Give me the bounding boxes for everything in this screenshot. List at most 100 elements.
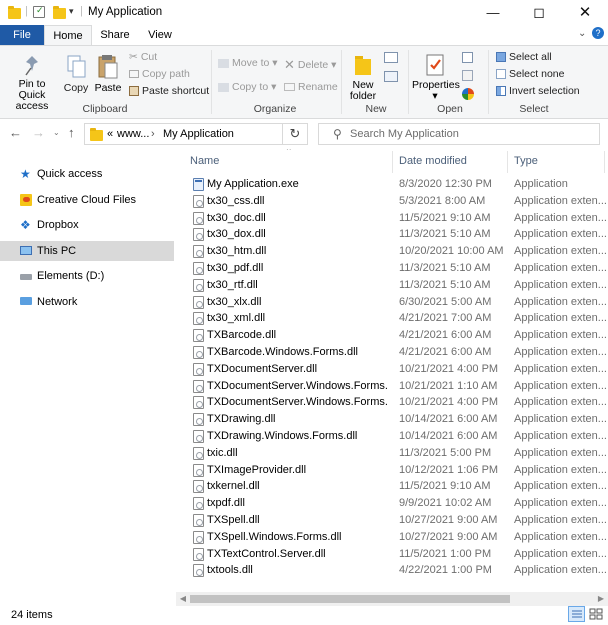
nav-label: This PC [37, 245, 77, 257]
address-row: ← → ⌄ ↑ « www... › My Application ⌄ ↻ ⚲ … [0, 119, 608, 149]
file-row[interactable]: TXDocumentServer.dll 10/21/2021 4:00 PM Ap… [183, 361, 608, 378]
help-icon[interactable]: ? [592, 27, 604, 39]
file-date: 9/9/2021 10:02 AM [399, 497, 492, 510]
properties-qa-icon[interactable]: ✓ [33, 5, 45, 18]
nav-item-dropbox[interactable]: ❖ Dropbox [0, 215, 174, 235]
file-date: 11/3/2021 5:10 AM [399, 228, 491, 241]
nav-item-network[interactable]: Network [0, 292, 174, 312]
file-row[interactable]: TXSpell.dll 10/27/2021 9:00 AM Application… [183, 512, 608, 529]
column-separator[interactable] [604, 151, 605, 173]
search-input[interactable]: ⚲ Search My Application [318, 123, 600, 145]
file-row[interactable]: TXSpell.Windows.Forms.dll 10/27/2021 9:00… [183, 529, 608, 546]
tab-home[interactable]: Home [44, 25, 92, 46]
file-name: tx30_xml.dll [207, 312, 266, 325]
ribbon-expand-icon[interactable]: ⌄ [578, 28, 586, 39]
tab-share[interactable]: Share [92, 25, 138, 46]
copy-to-button[interactable]: Copy to ▾ [218, 81, 276, 93]
select-none-button[interactable]: Select none [496, 68, 564, 80]
cut-button[interactable]: ✂ Cut [129, 51, 157, 63]
rename-button[interactable]: Rename [284, 81, 338, 93]
breadcrumb-chevron-icon[interactable]: › [151, 128, 155, 140]
status-bar: 24 items [0, 606, 608, 625]
column-header-name[interactable]: Name [190, 155, 219, 167]
file-row[interactable]: My Application.exe 8/3/2020 12:30 PM Appli… [183, 176, 608, 193]
column-header-type[interactable]: Type [514, 155, 538, 167]
nav-item-creative-cloud[interactable]: Creative Cloud Files [0, 190, 174, 210]
paste-button[interactable]: Paste [94, 54, 122, 94]
minimize-button[interactable]: — [470, 0, 516, 25]
file-row[interactable]: tx30_dox.dll 11/3/2021 5:10 AM Application… [183, 226, 608, 243]
file-row[interactable]: tx30_doc.dll 11/5/2021 9:10 AM Application… [183, 210, 608, 227]
file-row[interactable]: txpdf.dll 9/9/2021 10:02 AM Application ex… [183, 495, 608, 512]
edit-icon[interactable] [462, 70, 473, 81]
scroll-left-icon[interactable]: ◀ [176, 592, 190, 606]
file-date: 11/3/2021 5:10 AM [399, 278, 491, 291]
file-row[interactable]: tx30_xlx.dll 6/30/2021 5:00 AM Application… [183, 294, 608, 311]
nav-item-this-pc[interactable]: This PC [0, 241, 174, 261]
file-list: ⌃ Name Date modified Type My Application… [183, 149, 608, 589]
file-type: Application exten... [514, 514, 607, 526]
file-row[interactable]: TXTextControl.Server.dll 11/5/2021 1:00 P… [183, 546, 608, 563]
delete-button[interactable]: ✕ Delete ▾ [284, 57, 336, 73]
select-all-button[interactable]: Select all [496, 51, 552, 63]
properties-button[interactable]: Properties ▾ [412, 53, 460, 102]
pin-to-quick-access-button[interactable]: Pin to Quick access [4, 54, 60, 112]
history-icon[interactable] [462, 88, 474, 100]
new-item-icon[interactable] [384, 52, 398, 63]
maximize-button[interactable]: ◻ [516, 0, 562, 25]
file-type: Application exten... [514, 346, 607, 358]
open-icon[interactable] [462, 52, 473, 63]
address-bar[interactable]: « www... › My Application ⌄ [84, 123, 361, 145]
details-view-button[interactable] [568, 606, 585, 622]
file-row[interactable]: tx30_rtf.dll 11/3/2021 5:10 AM Application… [183, 277, 608, 294]
tab-file[interactable]: File [0, 25, 44, 46]
file-row[interactable]: TXDrawing.dll 10/14/2021 6:00 AM Applicati… [183, 411, 608, 428]
recent-locations-icon[interactable]: ⌄ [53, 128, 60, 137]
file-row[interactable]: TXDrawing.Windows.Forms.dll 10/14/2021 6:… [183, 428, 608, 445]
file-row[interactable]: TXBarcode.dll 4/21/2021 6:00 AM Applicatio… [183, 327, 608, 344]
file-name: tx30_rtf.dll [207, 278, 258, 291]
refresh-button[interactable]: ↻ [282, 123, 308, 145]
file-name: txkernel.dll [207, 480, 260, 493]
breadcrumb-overflow[interactable]: « [107, 128, 113, 140]
back-button[interactable]: ← [9, 125, 22, 140]
invert-selection-button[interactable]: Invert selection [496, 85, 580, 97]
column-header-date[interactable]: Date modified [399, 155, 467, 167]
file-row[interactable]: TXDocumentServer.Windows.Forms.Desi... 10… [183, 378, 608, 395]
drive-icon [20, 274, 32, 280]
breadcrumb-root[interactable]: www... [117, 128, 149, 140]
new-folder-qa-icon[interactable] [53, 6, 66, 19]
scissors-icon: ✂ [129, 51, 138, 64]
file-row[interactable]: TXImageProvider.dll 10/12/2021 1:06 PM App… [183, 462, 608, 479]
copy-path-button[interactable]: Copy path [129, 68, 190, 80]
scroll-right-icon[interactable]: ▶ [594, 592, 608, 606]
forward-button[interactable]: → [32, 125, 45, 140]
file-row[interactable]: txkernel.dll 11/5/2021 9:10 AM Application… [183, 478, 608, 495]
close-button[interactable]: ✕ [562, 0, 608, 25]
tab-view[interactable]: View [138, 25, 182, 46]
scrollbar-thumb[interactable] [190, 595, 510, 603]
file-row[interactable]: TXBarcode.Windows.Forms.dll 4/21/2021 6:0… [183, 344, 608, 361]
nav-item-elements-drive[interactable]: Elements (D:) [0, 266, 174, 286]
file-row[interactable]: txic.dll 11/3/2021 5:00 PM Application ext… [183, 445, 608, 462]
file-row[interactable]: TXDocumentServer.Windows.Forms.dll 10/21/… [183, 394, 608, 411]
file-row[interactable]: tx30_css.dll 5/3/2021 8:00 AM Application … [183, 193, 608, 210]
file-row[interactable]: tx30_xml.dll 4/21/2021 7:00 AM Application… [183, 310, 608, 327]
new-folder-button[interactable]: New folder [347, 53, 379, 102]
nav-item-quick-access[interactable]: ★ Quick access [0, 164, 174, 184]
horizontal-scrollbar[interactable]: ◀ ▶ [176, 592, 608, 606]
column-separator[interactable] [392, 151, 393, 173]
large-icons-view-button[interactable] [588, 606, 605, 622]
qa-customize-icon[interactable]: ▾ [69, 6, 74, 17]
file-row[interactable]: tx30_pdf.dll 11/3/2021 5:10 AM Application… [183, 260, 608, 277]
file-type: Application exten... [514, 211, 607, 224]
copy-button[interactable]: Copy [62, 54, 90, 94]
easy-access-icon[interactable] [384, 71, 398, 82]
file-row[interactable]: txtools.dll 4/22/2021 1:00 PM Application … [183, 562, 608, 579]
paste-shortcut-button[interactable]: Paste shortcut [129, 85, 209, 97]
move-to-button[interactable]: Move to ▾ [218, 57, 278, 69]
up-button[interactable]: ↑ [68, 125, 75, 140]
file-row[interactable]: tx30_htm.dll 10/20/2021 10:00 AM Applicati… [183, 243, 608, 260]
column-separator[interactable] [507, 151, 508, 173]
breadcrumb-leaf[interactable]: My Application [163, 128, 234, 140]
